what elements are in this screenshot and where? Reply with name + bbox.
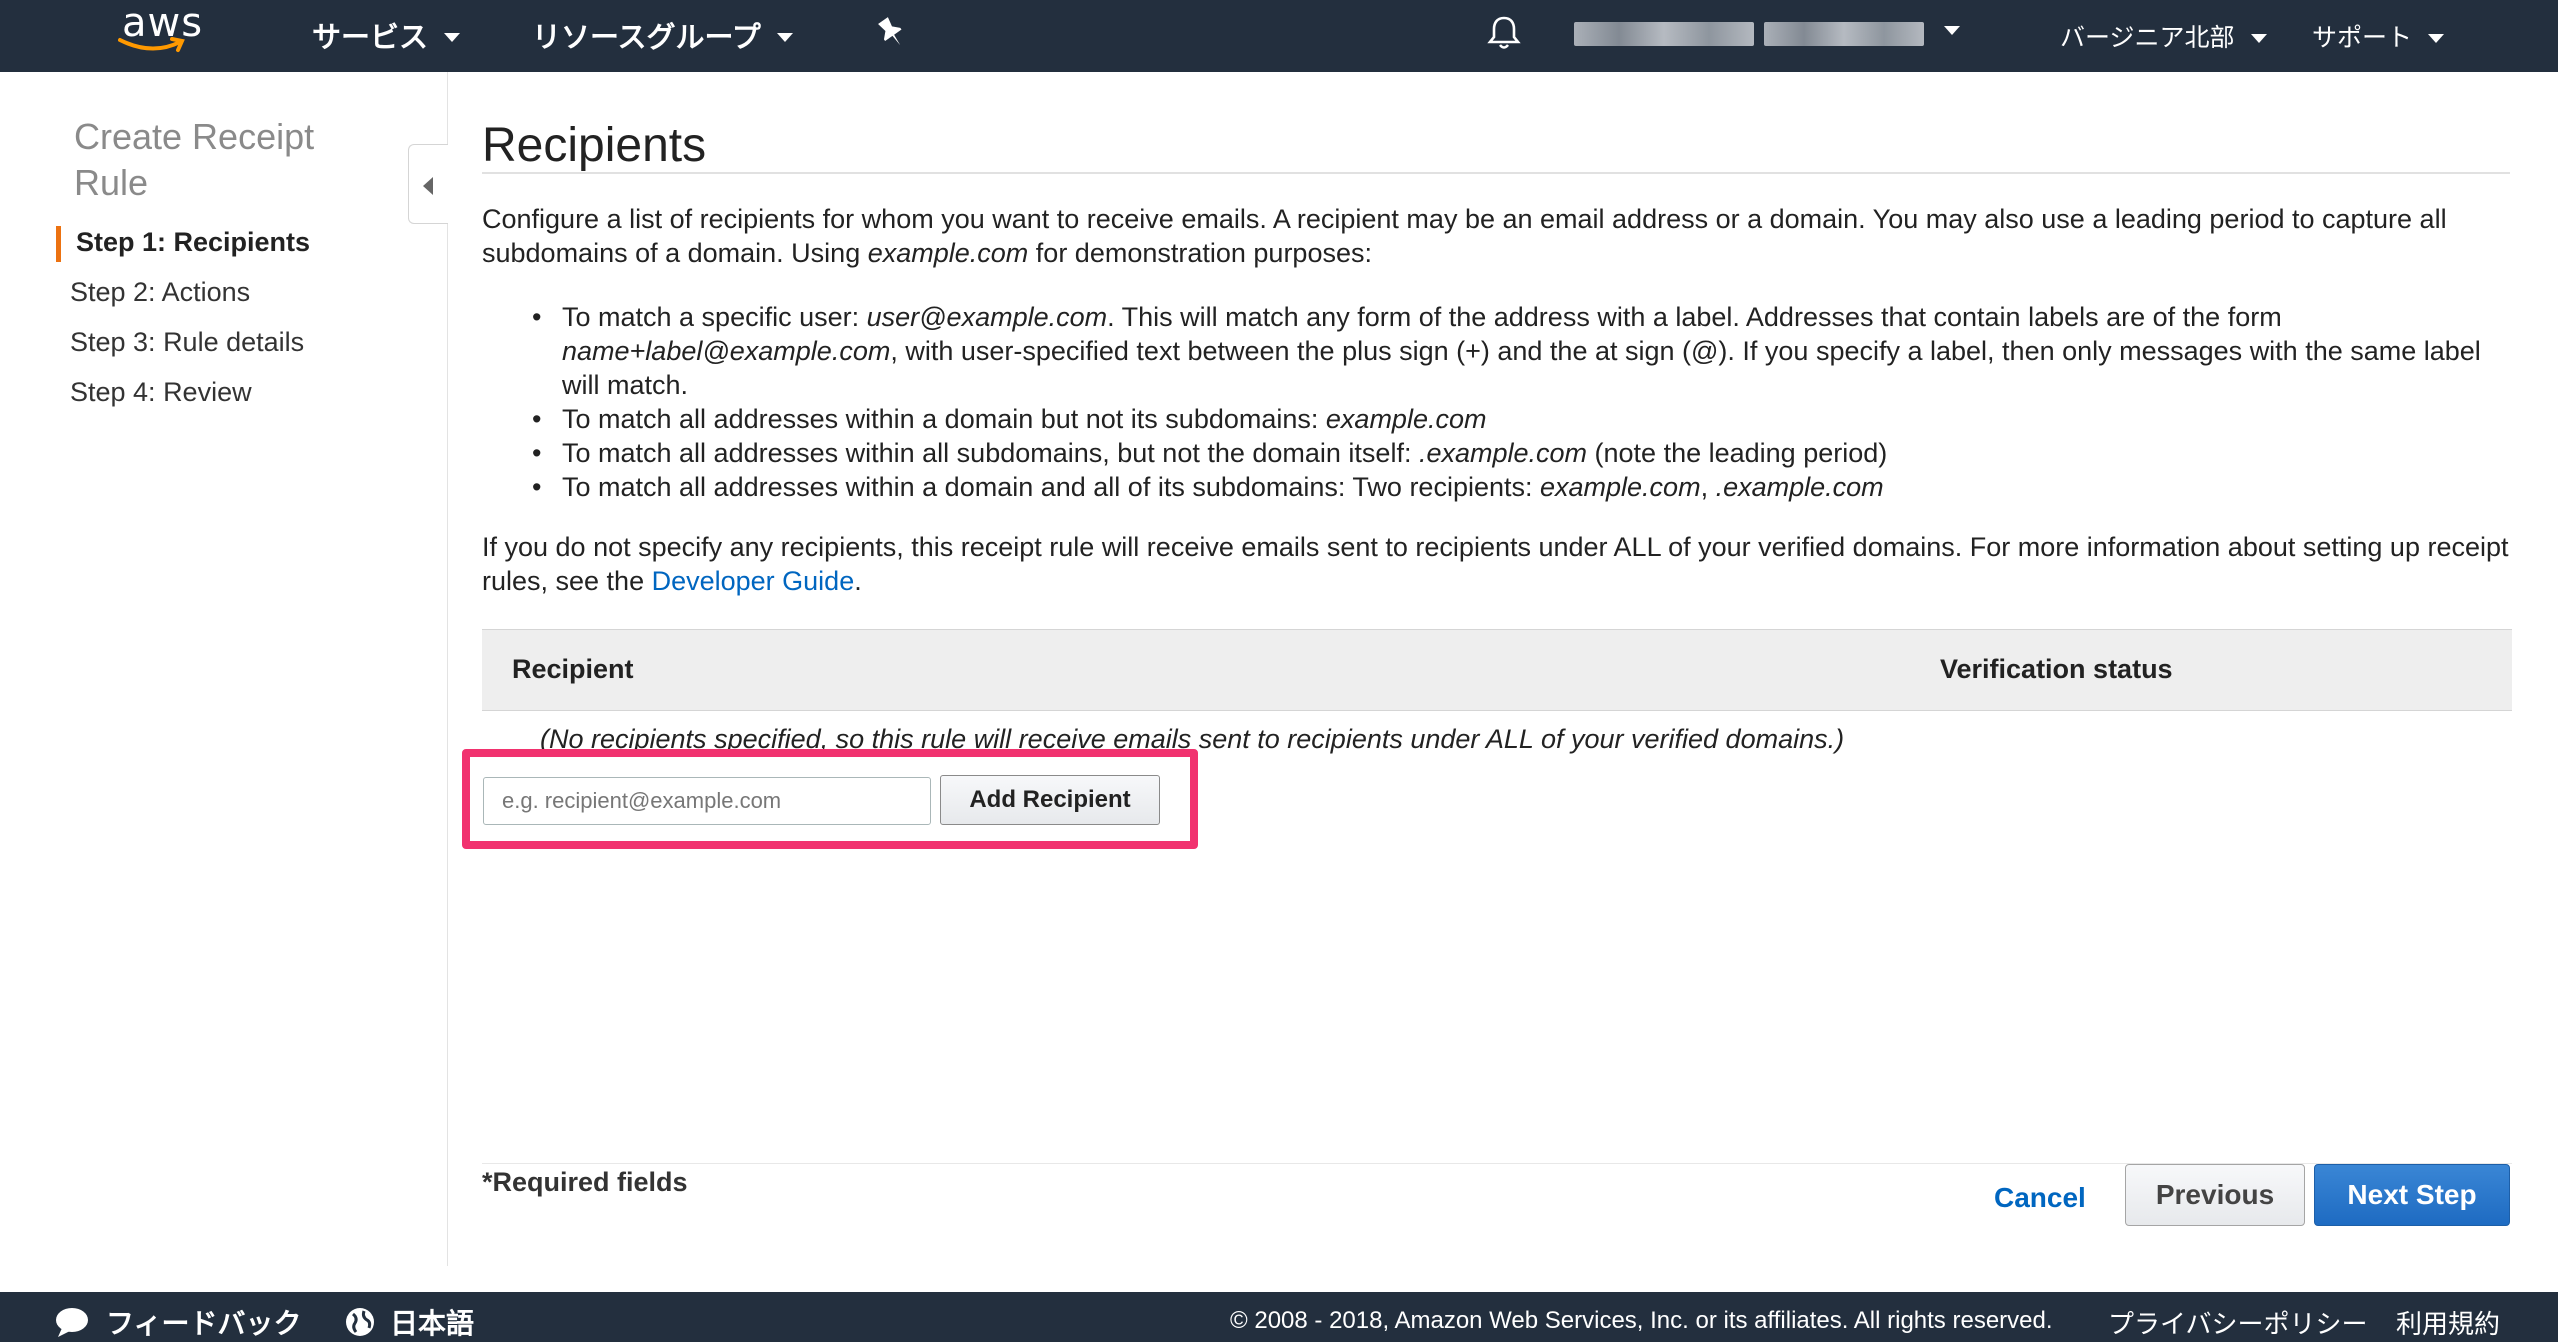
region-label: バージニア北部 [2060,24,2235,52]
language-selector[interactable]: 日本語 [344,1302,474,1342]
account-id-blurred [1764,22,1924,46]
bell-icon[interactable] [1486,14,1522,57]
feedback-label: フィードバック [106,1308,302,1339]
add-recipient-button[interactable]: Add Recipient [940,775,1160,825]
chevron-down-icon [1944,26,1960,35]
globe-icon [346,1308,374,1336]
recipient-input[interactable] [483,777,931,825]
active-step-indicator [56,226,61,262]
support-label: サポート [2312,24,2413,52]
terms-link[interactable]: 利用規約 [2396,1304,2500,1341]
cancel-link[interactable]: Cancel [1994,1182,2086,1214]
intro-paragraph: Configure a list of recipients for whom … [482,204,2447,268]
console-footer: フィードバック 日本語 © 2008 - 2018, Amazon Web Se… [0,1292,2558,1342]
top-navigation-bar: aws サービス リソースグループ バージニア北部 サポート [0,0,2558,72]
recipients-table-header: Recipient Verification status [482,629,2512,711]
chevron-down-icon [776,32,793,42]
language-label: 日本語 [390,1308,475,1339]
resource-groups-menu[interactable]: リソースグループ [532,14,793,56]
matching-rules-list: To match a specific user: user@example.c… [532,300,2502,504]
sidebar-step-recipients[interactable]: Step 1: Recipients [76,227,310,258]
sidebar-title: Create Receipt Rule [74,116,315,203]
chevron-down-icon [2250,33,2267,43]
chevron-down-icon [2428,33,2445,43]
column-header-recipient: Recipient [512,654,634,684]
list-item: To match all addresses within all subdom… [532,436,2502,470]
collapse-sidebar-button[interactable] [408,144,448,224]
aws-smile-icon [118,37,185,52]
pin-icon[interactable] [876,16,906,55]
chevron-left-icon [423,177,433,195]
copyright-text: © 2008 - 2018, Amazon Web Services, Inc.… [1230,1307,2053,1334]
services-menu[interactable]: サービス [312,14,461,56]
next-step-button[interactable]: Next Step [2314,1164,2510,1226]
speech-bubble-icon [56,1308,88,1337]
aws-logo[interactable]: aws [118,0,208,60]
list-item: To match all addresses within a domain a… [532,470,2502,504]
title-divider [482,172,2510,174]
services-label: サービス [312,22,429,54]
page-title: Recipients [482,119,707,172]
previous-button[interactable]: Previous [2125,1164,2305,1226]
required-fields-note: *Required fields [482,1167,688,1197]
chevron-down-icon [444,32,461,42]
account-menu[interactable] [1574,18,1966,48]
list-item: To match a specific user: user@example.c… [532,300,2502,402]
developer-guide-link[interactable]: Developer Guide [652,566,855,596]
account-name-blurred [1574,22,1754,46]
sidebar-step-actions[interactable]: Step 2: Actions [70,277,250,308]
feedback-button[interactable]: フィードバック [54,1302,301,1342]
wizard-sidebar: Create Receipt Rule Step 1: Recipients S… [0,72,448,1266]
sidebar-step-review[interactable]: Step 4: Review [70,377,252,408]
privacy-policy-link[interactable]: プライバシーポリシー [2108,1304,2367,1341]
list-item: To match all addresses within a domain b… [532,402,2502,436]
recipients-note: If you do not specify any recipients, th… [482,532,2509,596]
sidebar-step-rule-details[interactable]: Step 3: Rule details [70,327,304,358]
support-menu[interactable]: サポート [2312,18,2445,54]
column-header-verification-status: Verification status [1940,654,2173,684]
region-menu[interactable]: バージニア北部 [2060,18,2267,54]
resource-groups-label: リソースグループ [532,22,761,54]
